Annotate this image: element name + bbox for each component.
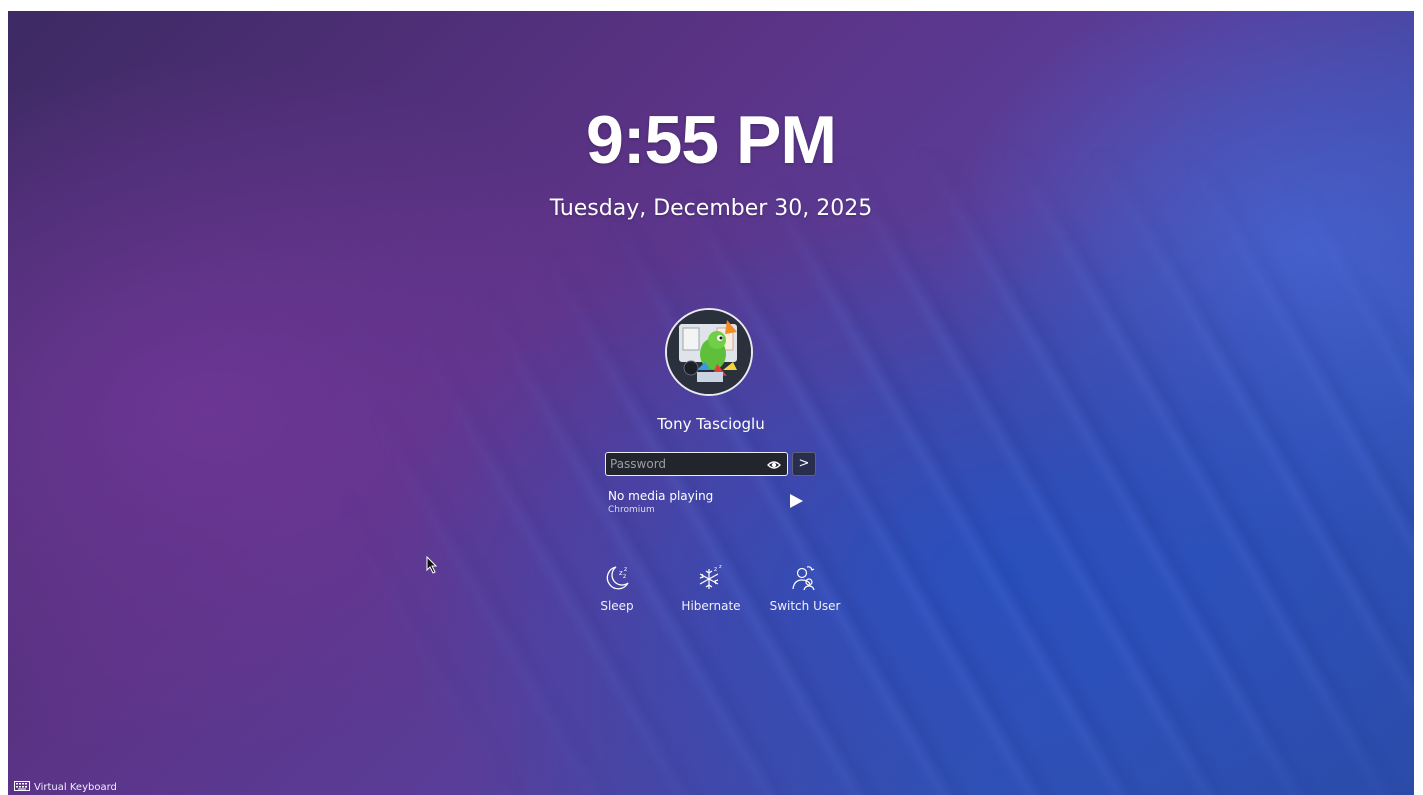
show-password-icon[interactable] — [767, 457, 781, 471]
virtual-keyboard-label: Virtual Keyboard — [34, 782, 117, 793]
sleep-icon: z z z — [572, 563, 662, 593]
hibernate-icon: z z — [666, 563, 756, 593]
virtual-keyboard-button[interactable]: Virtual Keyboard — [14, 781, 117, 794]
hibernate-button[interactable]: z z Hibernate — [666, 563, 756, 613]
clock-date: Tuesday, December 30, 2025 — [549, 196, 873, 221]
keyboard-icon — [14, 781, 30, 794]
password-field-container[interactable] — [605, 452, 788, 476]
clock-time: 9:55 PM — [586, 102, 837, 178]
switch-user-label: Switch User — [769, 599, 841, 613]
lock-screen: 9:55 PM Tuesday, December 30, 2025 Tony … — [8, 11, 1414, 795]
sleep-button[interactable]: z z z Sleep — [572, 563, 662, 613]
switch-user-icon — [760, 563, 850, 593]
hibernate-label: Hibernate — [681, 599, 741, 613]
switch-user-button[interactable]: Switch User — [760, 563, 850, 613]
svg-text:z: z — [719, 564, 722, 570]
login-submit-button[interactable]: > — [792, 452, 816, 476]
password-input[interactable] — [610, 454, 760, 474]
user-name: Tony Tascioglu — [657, 415, 765, 433]
mouse-cursor-icon — [426, 555, 438, 578]
svg-text:z: z — [623, 573, 626, 580]
user-avatar — [665, 308, 753, 396]
media-source: Chromium — [608, 505, 655, 515]
media-title: No media playing — [608, 489, 714, 503]
sleep-label: Sleep — [600, 599, 634, 613]
play-icon[interactable] — [788, 493, 804, 509]
svg-text:z: z — [714, 566, 717, 573]
svg-text:z: z — [624, 566, 627, 573]
